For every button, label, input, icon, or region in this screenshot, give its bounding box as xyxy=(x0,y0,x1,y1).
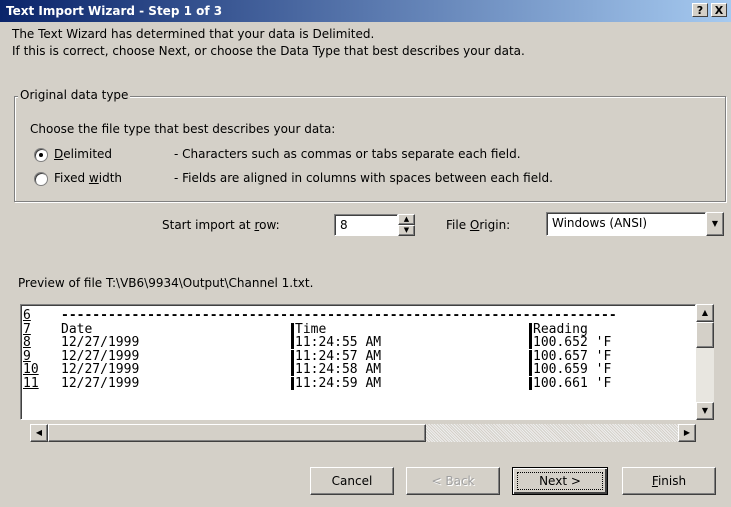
preview-label: Preview of file T:\VB6\9934\Output\Chann… xyxy=(18,276,314,290)
preview-cell-reading: 100.652 'F xyxy=(529,336,611,349)
preview-row: 7 Date Time Reading xyxy=(21,321,695,337)
close-icon: X xyxy=(714,4,724,17)
preview-cell-date: 12/27/1999 xyxy=(61,348,140,364)
file-origin-label: File Origin: xyxy=(446,218,511,232)
preview-cell-date: 12/27/1999 xyxy=(61,375,140,391)
radio-label[interactable]: Delimited xyxy=(54,147,112,161)
spin-down-button[interactable]: ▼ xyxy=(398,225,415,236)
cancel-button[interactable]: Cancel xyxy=(310,467,394,495)
spin-up-button[interactable]: ▲ xyxy=(398,214,415,225)
preview-row: 8 12/27/1999 11:24:55 AM 100.652 'F xyxy=(21,335,695,350)
horizontal-scroll-thumb[interactable] xyxy=(48,424,426,442)
preview-row-number: 7 xyxy=(23,321,31,337)
start-row-input[interactable]: 8 xyxy=(334,214,398,236)
intro-line-1: The Text Wizard has determined that your… xyxy=(12,27,375,41)
start-import-label: Start import at row: xyxy=(162,218,280,232)
radio-button[interactable] xyxy=(34,172,48,186)
preview-cell-time: Time xyxy=(291,322,326,336)
preview-cell-reading: Reading xyxy=(529,322,588,336)
preview-row: 6 ---------------------------------------… xyxy=(21,308,695,323)
preview-row-number: 10 xyxy=(23,362,39,377)
preview-cell-date: 12/27/1999 xyxy=(61,362,140,377)
preview-cell-time: 11:24:58 AM xyxy=(291,363,381,376)
help-button[interactable]: ? xyxy=(692,3,708,17)
preview-cell-reading: 100.661 'F xyxy=(529,376,611,390)
radio-label[interactable]: Fixed width xyxy=(54,171,122,185)
radio-button[interactable] xyxy=(34,148,48,162)
preview-row: 9 12/27/1999 11:24:57 AM 100.657 'F xyxy=(21,348,695,364)
vertical-scroll-thumb[interactable] xyxy=(696,322,714,348)
intro-line-2: If this is correct, choose Next, or choo… xyxy=(12,44,525,58)
window-title: Text Import Wizard - Step 1 of 3 xyxy=(6,4,223,18)
next-button[interactable]: Next > xyxy=(512,467,608,495)
horizontal-scrollbar[interactable]: ◀ ▶ xyxy=(30,424,696,442)
preview-row-number: 11 xyxy=(23,375,39,391)
preview-row-number: 8 xyxy=(23,335,31,350)
preview-row-number: 9 xyxy=(23,348,31,364)
preview-cell-reading: 100.659 'F xyxy=(529,363,611,376)
preview-cell-date: ----------------------------------------… xyxy=(61,308,617,323)
scroll-right-button[interactable]: ▶ xyxy=(678,424,696,442)
radio-selected-dot xyxy=(39,153,43,157)
preview-row: 11 12/27/1999 11:24:59 AM 100.661 'F xyxy=(21,375,695,391)
preview-row-number: 6 xyxy=(23,308,31,323)
vertical-scrollbar[interactable]: ▲ ▼ xyxy=(696,304,714,420)
focus-ring xyxy=(517,472,603,490)
preview-pane[interactable]: 6 ---------------------------------------… xyxy=(20,304,696,420)
scroll-down-button[interactable]: ▼ xyxy=(696,402,714,420)
back-button[interactable]: < Back xyxy=(406,467,500,495)
file-origin-select[interactable]: Windows (ANSI) xyxy=(546,212,706,236)
preview-cell-date: Date xyxy=(61,321,93,337)
preview-cell-reading: 100.657 'F xyxy=(529,349,611,363)
radio-description: - Characters such as commas or tabs sepa… xyxy=(174,147,521,161)
preview-row: 10 12/27/1999 11:24:58 AM 100.659 'F xyxy=(21,362,695,377)
dropdown-arrow-button[interactable]: ▼ xyxy=(706,212,724,236)
group-legend: Original data type xyxy=(18,88,131,102)
help-icon: ? xyxy=(696,4,704,17)
preview-cell-time: 11:24:55 AM xyxy=(291,336,381,349)
preview-cell-date: 12/27/1999 xyxy=(61,335,140,350)
file-type-prompt: Choose the file type that best describes… xyxy=(30,122,336,136)
intro-text: The Text Wizard has determined that your… xyxy=(12,26,525,60)
radio-description: - Fields are aligned in columns with spa… xyxy=(174,171,553,185)
finish-button[interactable]: Finish xyxy=(622,467,716,495)
close-button[interactable]: X xyxy=(711,3,727,17)
scroll-left-button[interactable]: ◀ xyxy=(30,424,48,442)
title-bar: Text Import Wizard - Step 1 of 3 ? X xyxy=(0,0,731,22)
scroll-up-button[interactable]: ▲ xyxy=(696,304,714,322)
preview-cell-time: 11:24:57 AM xyxy=(291,349,381,363)
preview-cell-time: 11:24:59 AM xyxy=(291,376,381,390)
